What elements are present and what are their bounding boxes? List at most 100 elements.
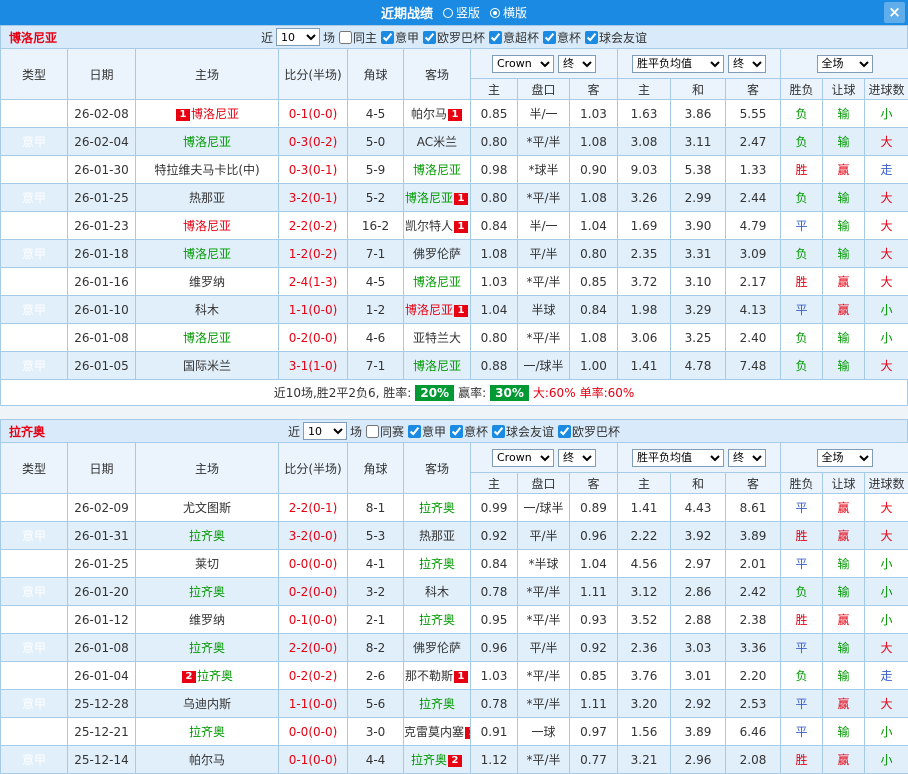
filter-球会友谊[interactable]: 球会友谊 [585, 29, 647, 46]
home-team-cell: 维罗纳 [136, 606, 279, 634]
home-team-name: 博洛尼亚 [183, 219, 231, 233]
match-date: 26-01-10 [68, 296, 136, 324]
rate-badge: 20% [415, 385, 454, 401]
match-date: 26-01-31 [68, 522, 136, 550]
layout-vertical-radio[interactable]: 竖版 [443, 4, 480, 21]
match-row: 欧罗巴杯26-01-23博洛尼亚2-2(0-2)16-2凯尔特人10.84半/一… [1, 212, 908, 240]
avg-final-select[interactable]: 终 [728, 55, 766, 73]
away-team-name: 佛罗伦萨 [413, 641, 461, 655]
away-team-name: 凯尔特人 [405, 219, 453, 233]
avg-dropdown-cell: 胜平负均值终 [618, 49, 781, 79]
score: 0-1(0-0) [279, 606, 348, 634]
filter-label: 欧罗巴杯 [437, 29, 485, 46]
away-team-cell: 拉齐奥 [404, 606, 471, 634]
avg-select[interactable]: 胜平负均值 [632, 55, 724, 73]
home-team-name: 博洛尼亚 [183, 331, 231, 345]
filter-同赛[interactable]: 同赛 [366, 423, 404, 440]
col-type: 类型 [1, 49, 68, 100]
filter-意甲[interactable]: 意甲 [408, 423, 446, 440]
filter-label: 球会友谊 [599, 29, 647, 46]
away-team-cell: 博洛尼亚 [404, 268, 471, 296]
filter-checkbox[interactable] [543, 31, 556, 44]
away-team-cell: 那不勒斯1 [404, 662, 471, 690]
match-row: 意甲26-01-042拉齐奥0-2(0-2)2-6那不勒斯11.03*平/半0.… [1, 662, 908, 690]
score: 3-1(1-0) [279, 352, 348, 380]
handicap-odds-home: 0.91 [471, 718, 518, 746]
filter-意超杯[interactable]: 意超杯 [489, 29, 539, 46]
away-team-name: 拉齐奥 [419, 613, 455, 627]
handicap-odds-away: 1.08 [570, 184, 618, 212]
match-date: 26-02-08 [68, 100, 136, 128]
bookmaker-select[interactable]: Crown [492, 449, 554, 467]
filter-label: 意甲 [395, 29, 419, 46]
bookmaker-select[interactable]: Crown [492, 55, 554, 73]
away-team-name: 佛罗伦萨 [413, 247, 461, 261]
home-team-cell: 科木 [136, 296, 279, 324]
filter-意杯[interactable]: 意杯 [543, 29, 581, 46]
filter-checkbox[interactable] [381, 31, 394, 44]
avg-odds-away: 7.48 [726, 352, 781, 380]
col-odds-home: 主 [471, 79, 518, 100]
layout-horizontal-radio[interactable]: 横版 [490, 4, 527, 21]
goals-result-cell: 走 [865, 662, 908, 690]
filter-checkbox[interactable] [489, 31, 502, 44]
filter-checkbox[interactable] [450, 425, 463, 438]
col-odds-away: 客 [570, 473, 618, 494]
home-team-cell: 博洛尼亚 [136, 324, 279, 352]
filter-checkbox[interactable] [585, 31, 598, 44]
scope-select[interactable]: 全场 [817, 449, 873, 467]
col-home: 主场 [136, 443, 279, 494]
filter-checkbox[interactable] [423, 31, 436, 44]
handicap-line: 一/球半 [518, 352, 570, 380]
handicap-odds-home: 1.12 [471, 746, 518, 774]
league-type: 意甲 [1, 550, 68, 578]
home-team-name: 科木 [195, 303, 219, 317]
close-icon[interactable]: × [884, 2, 905, 23]
col-avg-home: 主 [618, 473, 671, 494]
filter-checkbox[interactable] [408, 425, 421, 438]
avg-select[interactable]: 胜平负均值 [632, 449, 724, 467]
handicap-odds-home: 1.04 [471, 296, 518, 324]
home-team-name: 乌迪内斯 [183, 697, 231, 711]
recent-count-select[interactable]: 10 [276, 28, 320, 46]
bookmaker-final-select[interactable]: 终 [558, 449, 596, 467]
bookmaker-final-select[interactable]: 终 [558, 55, 596, 73]
match-row: 意甲26-01-18博洛尼亚1-2(0-2)7-1佛罗伦萨1.08平/半0.80… [1, 240, 908, 268]
scope-select[interactable]: 全场 [817, 55, 873, 73]
avg-odds-home: 1.41 [618, 494, 671, 522]
avg-final-select[interactable]: 终 [728, 449, 766, 467]
filter-欧罗巴杯[interactable]: 欧罗巴杯 [423, 29, 485, 46]
filter-球会友谊[interactable]: 球会友谊 [492, 423, 554, 440]
red-card-badge: 1 [176, 109, 190, 121]
away-team-cell: AC米兰 [404, 128, 471, 156]
filter-checkbox[interactable] [492, 425, 505, 438]
red-card-badge: 1 [454, 221, 468, 233]
filter-同主[interactable]: 同主 [339, 29, 377, 46]
match-date: 25-12-14 [68, 746, 136, 774]
filter-checkbox[interactable] [366, 425, 379, 438]
goals-result-cell: 大 [865, 268, 908, 296]
home-team-cell: 帕尔马 [136, 746, 279, 774]
handicap-result-cell: 输 [823, 212, 865, 240]
home-team-cell: 乌迪内斯 [136, 690, 279, 718]
handicap-odds-home: 0.78 [471, 578, 518, 606]
handicap-odds-home: 0.99 [471, 494, 518, 522]
avg-odds-draw: 3.90 [671, 212, 726, 240]
col-type: 类型 [1, 443, 68, 494]
filter-意甲[interactable]: 意甲 [381, 29, 419, 46]
goals-result-cell: 小 [865, 746, 908, 774]
col-date: 日期 [68, 443, 136, 494]
away-team-name: 博洛尼亚 [405, 191, 453, 205]
filter-欧罗巴杯[interactable]: 欧罗巴杯 [558, 423, 620, 440]
filter-checkbox[interactable] [558, 425, 571, 438]
avg-odds-draw: 5.38 [671, 156, 726, 184]
goals-result-cell: 小 [865, 100, 908, 128]
filter-checkbox[interactable] [339, 31, 352, 44]
result-cell: 胜 [781, 522, 823, 550]
avg-odds-home: 3.52 [618, 606, 671, 634]
league-type: 意甲 [1, 268, 68, 296]
filter-意杯[interactable]: 意杯 [450, 423, 488, 440]
home-team-name: 拉齐奥 [189, 585, 225, 599]
recent-count-select[interactable]: 10 [303, 422, 347, 440]
handicap-odds-away: 0.92 [570, 634, 618, 662]
